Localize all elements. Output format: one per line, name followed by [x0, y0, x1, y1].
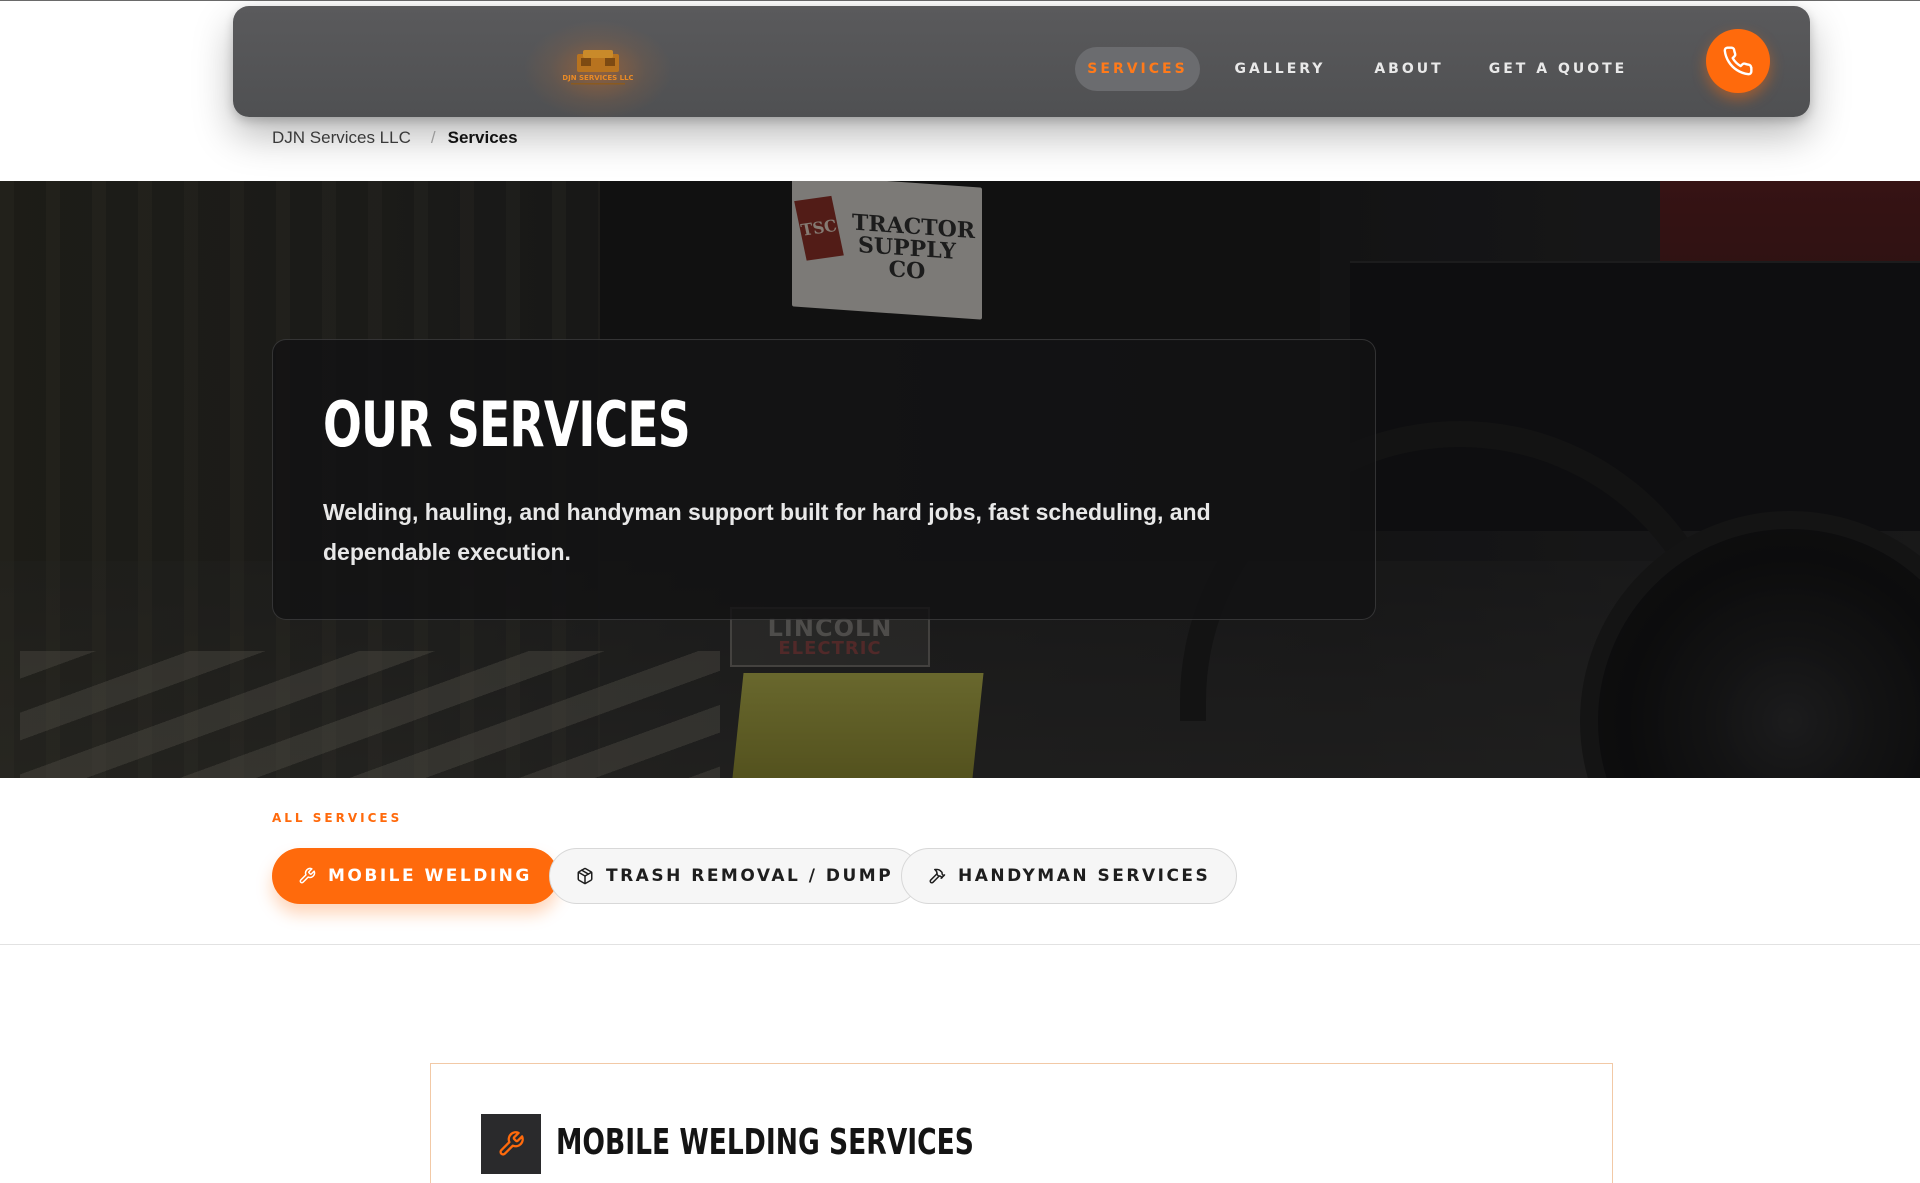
breadcrumb-current: Services: [447, 128, 518, 147]
top-border: [0, 0, 1920, 1]
call-button[interactable]: [1706, 29, 1770, 93]
breadcrumb: DJN Services LLC / Services: [272, 127, 518, 149]
breadcrumb-separator: /: [430, 128, 436, 147]
detail-title: MOBILE WELDING SERVICES: [556, 1122, 974, 1163]
tab-handyman-services[interactable]: HANDYMAN SERVICES: [901, 848, 1238, 904]
breadcrumb-home[interactable]: DJN Services LLC: [272, 128, 411, 148]
tab-label: MOBILE WELDING: [328, 866, 532, 886]
phone-icon: [1723, 46, 1753, 76]
site-header: DJN SERVICES LLC SERVICES GALLERY ABOUT …: [233, 6, 1810, 120]
tab-mobile-welding[interactable]: MOBILE WELDING: [272, 848, 558, 904]
hero-title: OUR SERVICES: [323, 388, 691, 461]
section-divider: [0, 944, 1920, 945]
wrench-icon: [299, 867, 316, 884]
svg-text:DJN SERVICES LLC: DJN SERVICES LLC: [563, 74, 633, 82]
company-logo[interactable]: DJN SERVICES LLC: [563, 48, 633, 88]
wrench-icon: [499, 1131, 524, 1156]
tab-trash-removal[interactable]: TRASH REMOVAL / DUMP: [549, 848, 921, 904]
hero-subtitle: Welding, hauling, and handyman support b…: [323, 499, 1211, 565]
nav-about[interactable]: ABOUT: [1361, 47, 1457, 91]
nav-get-a-quote[interactable]: GET A QUOTE: [1483, 47, 1633, 91]
hero-card: OUR SERVICES Welding, hauling, and handy…: [272, 339, 1376, 620]
all-services-label: ALL SERVICES: [272, 811, 403, 825]
nav-services[interactable]: SERVICES: [1075, 47, 1200, 91]
box-icon: [577, 867, 593, 885]
nav-gallery[interactable]: GALLERY: [1224, 47, 1336, 91]
detail-icon-box: [481, 1114, 541, 1174]
tab-label: TRASH REMOVAL / DUMP: [606, 866, 894, 886]
hammer-icon: [929, 868, 946, 884]
service-detail-card: MOBILE WELDING SERVICES: [430, 1063, 1613, 1183]
tab-label: HANDYMAN SERVICES: [958, 866, 1211, 886]
